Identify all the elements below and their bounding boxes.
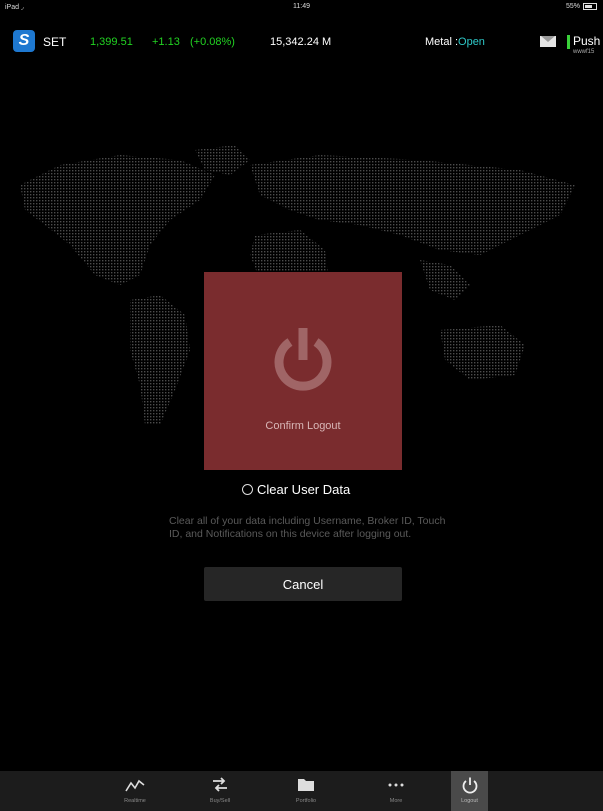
power-icon bbox=[462, 777, 477, 794]
app-screen: iPad ◞ 11:49 55% S SET 1,399.51 +1.13 (+… bbox=[0, 0, 603, 811]
tab-label: Realtime bbox=[124, 798, 146, 804]
chart-line-icon bbox=[125, 779, 145, 792]
metal-label: Metal : bbox=[425, 36, 459, 48]
tab-realtime[interactable]: Realtime bbox=[117, 771, 153, 811]
tab-label: Portfolio bbox=[295, 798, 317, 804]
tab-buy-sell[interactable]: Buy/Sell bbox=[202, 771, 238, 811]
market-bar: S SET 1,399.51 +1.13 (+0.08%) 15,342.24 … bbox=[0, 28, 603, 56]
push-status-bar bbox=[567, 35, 570, 49]
confirm-logout-label: Confirm Logout bbox=[265, 420, 341, 432]
tab-label: Logout bbox=[461, 798, 478, 804]
clock: 11:49 bbox=[293, 3, 310, 10]
market-change-percent: (+0.08%) bbox=[190, 36, 235, 48]
market-change: +1.13 bbox=[152, 36, 180, 48]
clear-user-data-description: Clear all of your data including Usernam… bbox=[169, 515, 446, 540]
clear-user-data-option[interactable]: Clear User Data bbox=[242, 482, 350, 497]
mail-icon[interactable] bbox=[540, 36, 556, 47]
metal-open-value: Open bbox=[458, 36, 485, 48]
market-name[interactable]: SET bbox=[43, 35, 66, 49]
clear-user-data-label: Clear User Data bbox=[257, 482, 351, 497]
arrows-swap-icon bbox=[213, 777, 227, 792]
clear-user-data-radio[interactable] bbox=[242, 484, 253, 495]
app-logo[interactable]: S bbox=[13, 30, 35, 52]
tab-logout[interactable]: Logout bbox=[451, 771, 488, 811]
tab-label: Buy/Sell bbox=[209, 798, 231, 804]
ellipsis-icon bbox=[388, 783, 404, 787]
tab-portfolio[interactable]: Portfolio bbox=[288, 771, 324, 811]
tab-more[interactable]: More bbox=[378, 771, 414, 811]
tab-label: More bbox=[389, 798, 403, 804]
push-label: Push bbox=[573, 34, 601, 48]
confirm-logout-button[interactable]: Confirm Logout bbox=[204, 272, 402, 470]
battery-icon bbox=[583, 3, 597, 10]
battery-status: 55% bbox=[566, 3, 597, 10]
market-index: 1,399.51 bbox=[90, 36, 133, 48]
battery-percent: 55% bbox=[565, 3, 580, 10]
cancel-button[interactable]: Cancel bbox=[204, 567, 402, 601]
market-volume: 15,342.24 M bbox=[270, 36, 332, 48]
status-bar: iPad ◞ 11:49 55% bbox=[0, 0, 603, 14]
push-user: wwwf15 bbox=[573, 49, 595, 55]
metal-status: Metal :Open bbox=[425, 36, 485, 48]
tab-bar: Realtime Buy/Sell Portfolio More Logout bbox=[0, 771, 603, 811]
power-icon bbox=[274, 328, 332, 391]
folder-icon bbox=[298, 779, 314, 791]
